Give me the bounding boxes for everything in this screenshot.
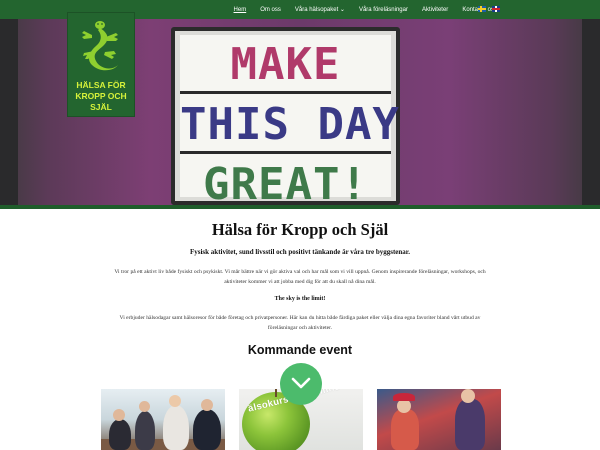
sign-line-2: THIS DAY — [180, 99, 400, 150]
language-switcher — [478, 6, 500, 12]
nav-item-hem[interactable]: Hem — [227, 7, 254, 13]
logo-line-1: HÄLSA FÖR — [76, 80, 126, 90]
main-menu: Hem Om oss Våra hälsopaket ⌄ Våra förelä… — [227, 0, 504, 19]
offer-paragraph: Vi erbjuder hälsodagar samt hälsoresor f… — [119, 315, 481, 331]
chevron-down-icon — [291, 377, 311, 389]
tagline: Fysisk aktivitet, sund livsstil och posi… — [189, 248, 410, 256]
event-card-dance[interactable] — [377, 389, 501, 450]
sign-line-3: GREAT! — [203, 159, 368, 209]
lizard-icon — [82, 21, 118, 71]
nav-item-om-oss[interactable]: Om oss — [253, 7, 288, 13]
page-title: Hälsa för Kropp och Själ — [211, 220, 389, 239]
sign-line-1: MAKE — [230, 39, 341, 90]
scroll-down-button[interactable] — [280, 363, 322, 405]
nav-item-aktiviteter[interactable]: Aktiviteter — [415, 7, 455, 13]
event-card-meeting[interactable] — [101, 389, 225, 450]
swedish-flag-icon[interactable] — [478, 6, 486, 12]
intro-paragraph: Vi tror på ett aktivt liv både fysiskt o… — [114, 269, 486, 285]
nav-item-halsopaket[interactable]: Våra hälsopaket ⌄ — [288, 6, 352, 13]
site-logo[interactable]: HÄLSA FÖR KROPP OCH SJÄL — [67, 12, 135, 117]
nav-item-forelasningar[interactable]: Våra föreläsningar — [352, 7, 415, 13]
logo-line-2: KROPP OCH SJÄL — [75, 91, 127, 112]
sky-limit-text: The sky is the limit! — [274, 296, 326, 302]
events-heading: Kommande event — [247, 343, 353, 357]
lightbox-sign: MAKE THIS DAY GREAT! — [171, 27, 400, 209]
english-flag-icon[interactable] — [492, 6, 500, 12]
